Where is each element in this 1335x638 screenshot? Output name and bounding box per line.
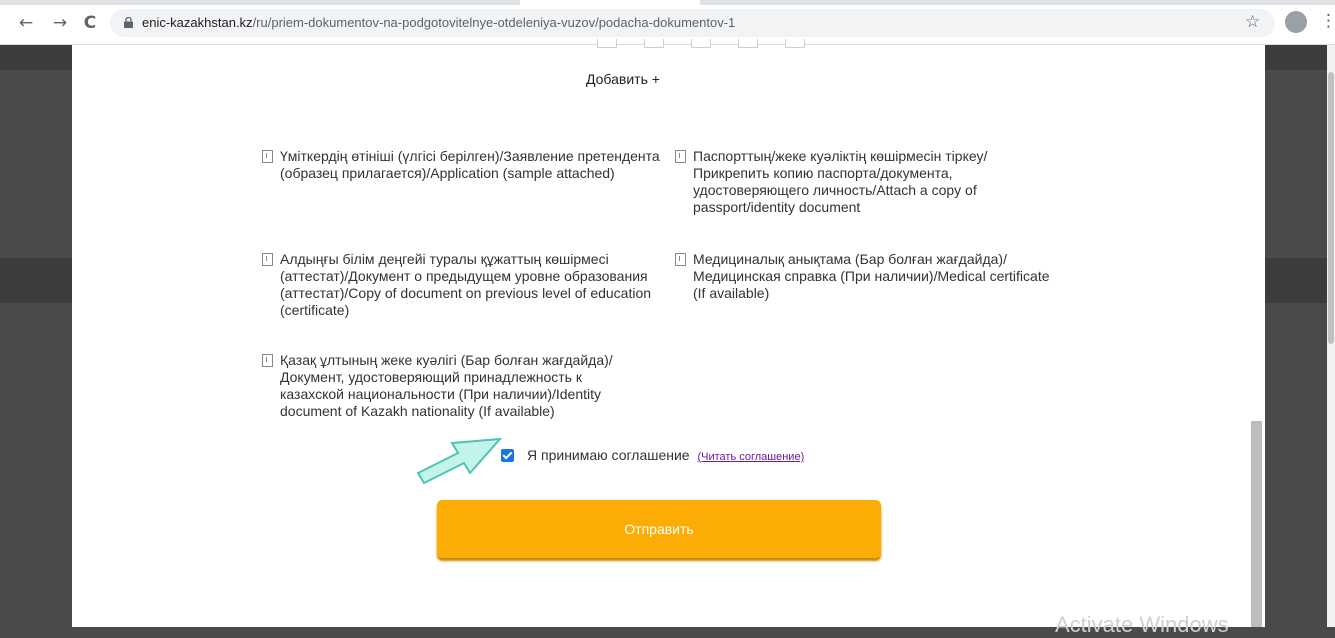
url-text[interactable]: enic-kazakhstan.kz/ru/priem-dokumentov-n… bbox=[142, 15, 735, 30]
browser-toolbar: ← → C enic-kazakhstan.kz/ru/priem-dokume… bbox=[0, 0, 1335, 45]
file-upload-icon[interactable] bbox=[262, 253, 273, 266]
profile-avatar[interactable] bbox=[1285, 11, 1307, 33]
reload-icon[interactable]: C bbox=[80, 13, 100, 33]
document-label: Алдыңғы білім деңгейі туралы құжаттың кө… bbox=[280, 251, 652, 318]
document-upload-item: Медициналық анықтама (Бар болған жағдайд… bbox=[675, 251, 1060, 302]
lock-icon bbox=[124, 17, 133, 28]
back-icon[interactable]: ← bbox=[16, 13, 36, 33]
document-upload-item: Алдыңғы білім деңгейі туралы құжаттың кө… bbox=[262, 251, 667, 319]
bookmark-star-icon[interactable]: ☆ bbox=[1245, 12, 1260, 32]
file-upload-icon[interactable] bbox=[675, 150, 686, 163]
inner-scrollbar-thumb[interactable] bbox=[1251, 421, 1262, 627]
document-upload-item: Қазақ ұлтының жеке куәлігі (Бар болған ж… bbox=[262, 352, 632, 420]
menu-icon[interactable]: ⋮ bbox=[1320, 11, 1335, 31]
document-upload-item: Үміткердің өтініші (үлгісі берілген)/Зая… bbox=[262, 148, 667, 182]
document-label: Медициналық анықтама (Бар болған жағдайд… bbox=[693, 251, 1050, 301]
agreement-label: Я принимаю соглашение bbox=[527, 447, 690, 463]
agreement-checkbox[interactable] bbox=[501, 449, 514, 462]
pointer-arrow-icon bbox=[416, 437, 502, 485]
active-tab[interactable] bbox=[520, 0, 700, 5]
file-upload-icon[interactable] bbox=[675, 253, 686, 266]
address-bar[interactable]: enic-kazakhstan.kz/ru/priem-dokumentov-n… bbox=[110, 9, 1275, 37]
file-upload-icon[interactable] bbox=[262, 150, 273, 163]
scrollbar-thumb[interactable] bbox=[1328, 72, 1334, 344]
agreement-row: Я принимаю соглашение (Читать соглашение… bbox=[501, 447, 804, 463]
document-label: Қазақ ұлтының жеке куәлігі (Бар болған ж… bbox=[280, 352, 613, 419]
submit-button[interactable]: Отправить bbox=[437, 500, 881, 558]
tab-strip bbox=[0, 0, 1335, 5]
read-agreement-link[interactable]: (Читать соглашение) bbox=[697, 451, 804, 463]
forward-icon[interactable]: → bbox=[50, 13, 70, 33]
document-upload-item: Паспорттың/жеке куәліктің көшірмесін тір… bbox=[675, 148, 1060, 216]
document-label: Паспорттың/жеке куәліктің көшірмесін тір… bbox=[693, 148, 988, 215]
add-document-link[interactable]: Добавить + bbox=[586, 71, 660, 87]
url-host: enic-kazakhstan.kz bbox=[142, 15, 253, 30]
url-path: /ru/priem-dokumentov-na-podgotovitelnye-… bbox=[252, 15, 736, 30]
content-panel: Добавить + Үміткердің өтініші (үлгісі бе… bbox=[72, 39, 1265, 637]
document-label: Үміткердің өтініші (үлгісі берілген)/Зая… bbox=[280, 148, 660, 181]
file-upload-icon[interactable] bbox=[262, 354, 273, 367]
activate-windows-watermark: Activate Windows bbox=[1055, 612, 1229, 637]
